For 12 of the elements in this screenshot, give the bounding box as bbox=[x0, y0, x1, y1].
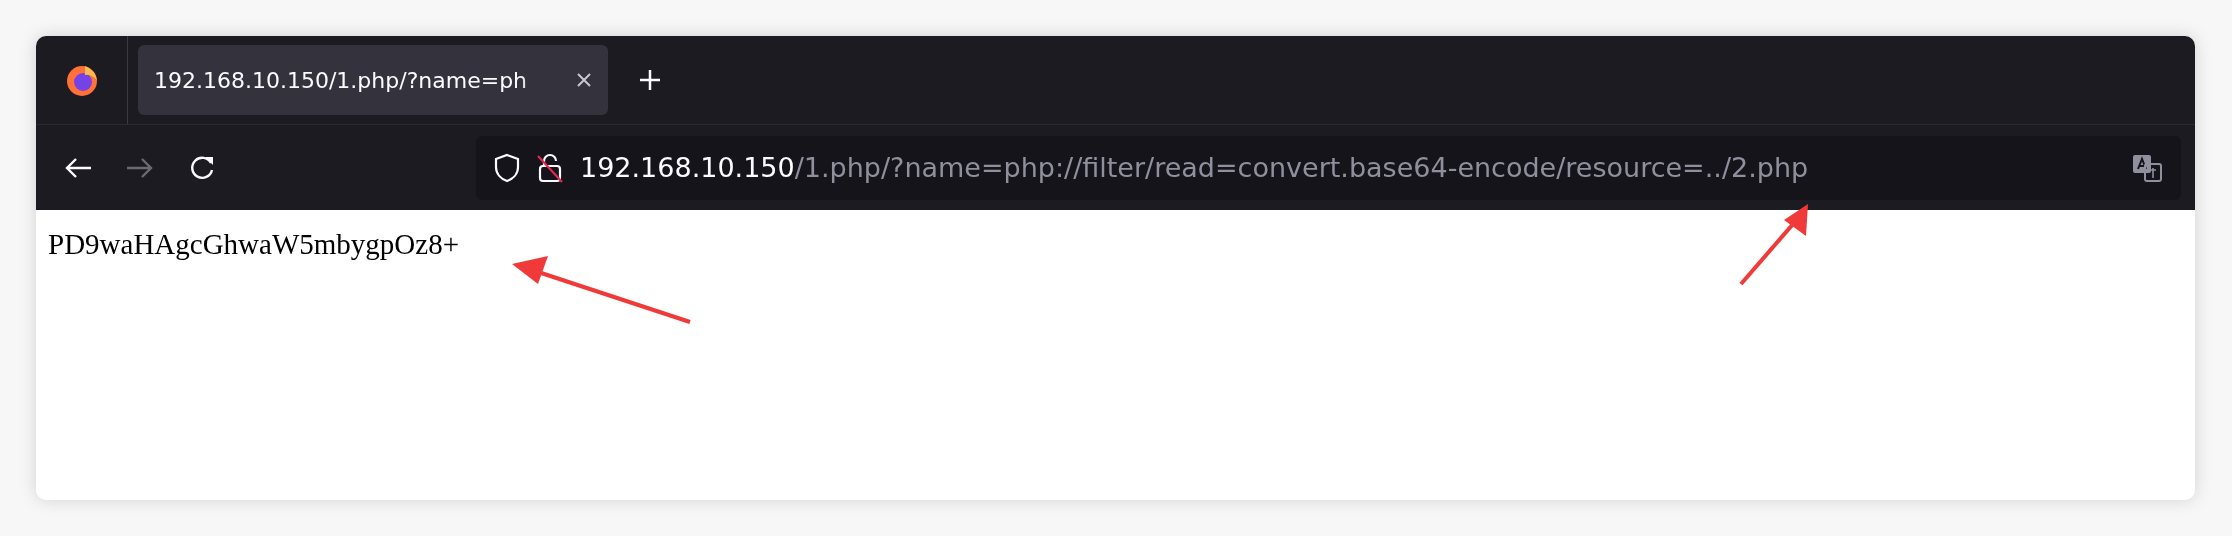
close-icon[interactable] bbox=[576, 72, 592, 88]
browser-logo-icon[interactable] bbox=[64, 63, 99, 97]
tab-title: 192.168.10.150/1.php/?name=ph bbox=[154, 67, 529, 93]
new-tab-icon[interactable] bbox=[638, 68, 662, 92]
translate-icon[interactable] bbox=[2131, 152, 2163, 183]
back-icon[interactable] bbox=[63, 155, 93, 180]
browser-tab[interactable]: 192.168.10.150/1.php/?name=ph bbox=[138, 45, 608, 115]
page-text: PD9waHAgcGhwaW5mbygpOz8+ bbox=[48, 228, 459, 260]
shield-icon[interactable] bbox=[494, 152, 520, 183]
insecure-lock-icon[interactable] bbox=[536, 151, 564, 184]
url-text: 192.168.10.150/1.php/?name=php://filter/read=convert.base64-encode/resource=../2.php bbox=[580, 152, 1810, 183]
address-bar[interactable]: 192.168.10.150/1.php/?name=php://filter/read=convert.base64-encode/resource=../2.php bbox=[476, 135, 2181, 200]
